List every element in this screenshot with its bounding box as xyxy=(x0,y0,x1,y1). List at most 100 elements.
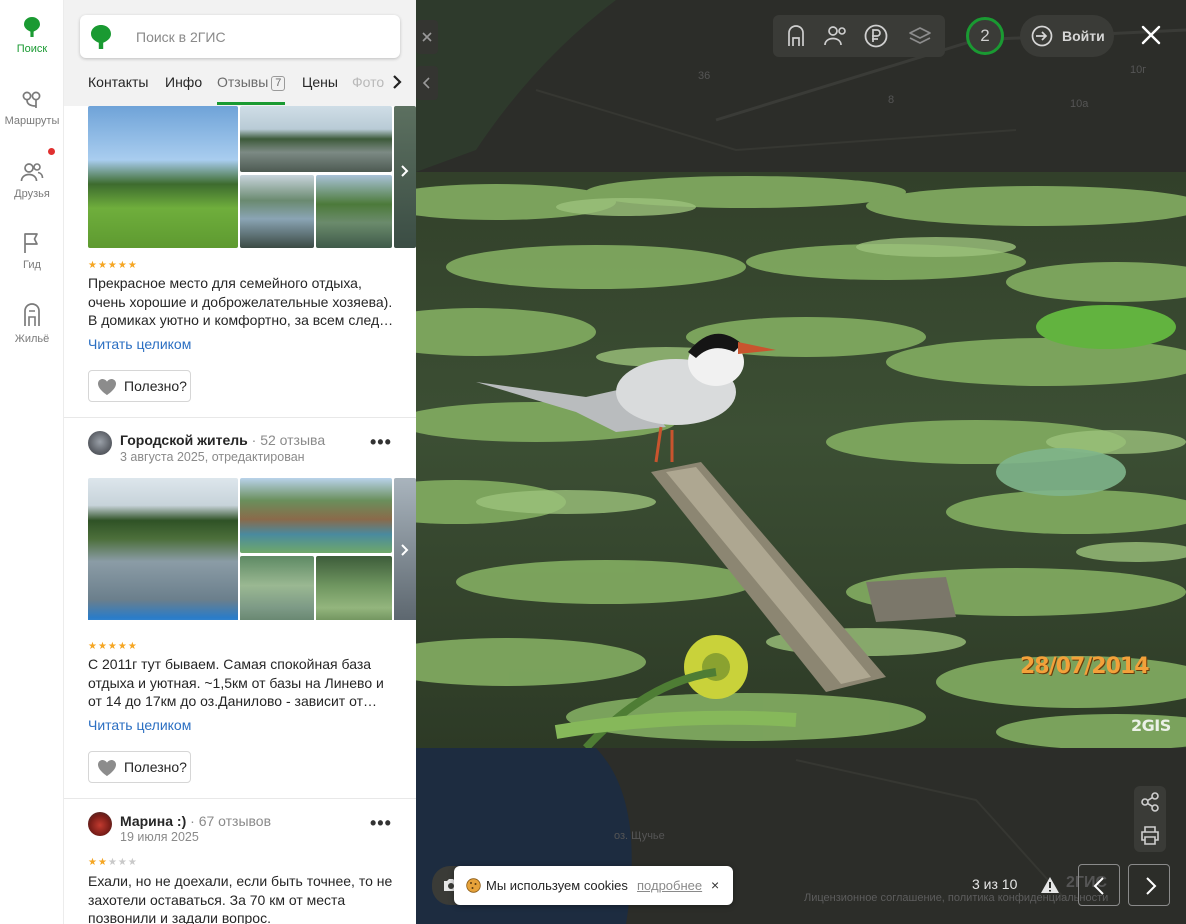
heart-icon xyxy=(98,760,116,776)
author-name: Марина :) xyxy=(120,813,187,829)
review-photo[interactable] xyxy=(88,106,238,248)
cookie-banner: Мы используем cookies подробнее × xyxy=(454,866,733,905)
cookie-message: Мы используем cookies xyxy=(486,878,628,893)
review-text: Ехали, но не доехали, если быть точнее, … xyxy=(88,873,393,924)
ruble-icon[interactable] xyxy=(863,23,889,49)
close-viewer-icon[interactable] xyxy=(1136,20,1166,50)
cookie-details-link[interactable]: подробнее xyxy=(637,878,702,893)
tab-photos[interactable]: Фото xyxy=(352,74,388,90)
review-text: С 2011г тут бываем. Самая спокойная база… xyxy=(88,656,384,709)
review-author[interactable]: Городской житель · 52 отзыва xyxy=(120,432,325,448)
review-card: ★★★★★ Прекрасное место для семейного отд… xyxy=(64,106,416,418)
close-icon xyxy=(422,32,432,42)
author-review-count: 67 отзывов xyxy=(198,813,272,829)
friends-count-badge[interactable]: 2 xyxy=(966,17,1004,55)
layers-icon[interactable] xyxy=(907,23,933,49)
nav-item-label: Друзья xyxy=(14,188,50,200)
rating-stars: ★★★★★ xyxy=(88,857,138,868)
more-options-button[interactable]: ••• xyxy=(370,813,392,834)
photo-date-stamp: 28/07/2014 xyxy=(1020,654,1150,679)
useful-button[interactable]: Полезно? xyxy=(88,370,191,402)
cookie-close-button[interactable]: × xyxy=(711,877,719,893)
map-label: 8 xyxy=(888,94,895,106)
chevron-right-icon xyxy=(1146,877,1157,895)
map-label: 36 xyxy=(698,70,711,82)
print-icon[interactable] xyxy=(1139,824,1161,846)
gallery-next-icon[interactable] xyxy=(394,536,416,564)
nav-item-routes[interactable]: Маршруты xyxy=(0,90,64,127)
close-panel-button[interactable] xyxy=(416,20,438,54)
photo-watermark: 2GIS xyxy=(1131,716,1171,735)
login-icon xyxy=(1031,25,1053,47)
share-print-toolbar xyxy=(1134,786,1166,852)
flag-icon xyxy=(24,233,38,253)
tab-contacts[interactable]: Контакты xyxy=(88,74,148,90)
more-options-button[interactable]: ••• xyxy=(370,432,392,453)
review-photo[interactable] xyxy=(316,175,392,248)
nav-item-friends[interactable]: Друзья xyxy=(0,161,64,200)
nav-item-guide[interactable]: Гид xyxy=(0,232,64,271)
review-gallery[interactable] xyxy=(88,478,416,620)
next-photo-button[interactable] xyxy=(1128,864,1170,906)
nav-item-search[interactable]: Поиск xyxy=(0,16,64,55)
useful-label: Полезно? xyxy=(124,378,187,394)
tab-info[interactable]: Инфо xyxy=(165,74,202,90)
nav-item-label: Жильё xyxy=(14,333,50,345)
review-date: 3 августа 2025, отредактирован xyxy=(120,450,305,464)
review-photo[interactable] xyxy=(240,556,314,620)
map-toolbar xyxy=(773,15,945,57)
map-label: 10а xyxy=(1070,98,1089,110)
rating-stars: ★★★★★ xyxy=(88,641,138,652)
read-more-link[interactable]: Читать целиком xyxy=(88,717,191,733)
search-input[interactable] xyxy=(136,15,386,58)
report-warning-icon[interactable] xyxy=(1040,876,1060,894)
review-gallery[interactable] xyxy=(88,106,416,248)
review-photo[interactable] xyxy=(240,478,392,553)
pin-icon xyxy=(24,17,40,37)
review-photo[interactable] xyxy=(316,556,392,620)
review-photo[interactable] xyxy=(88,478,238,620)
map-label: оз. Щучье xyxy=(614,830,665,842)
rating-stars: ★★★★★ xyxy=(88,260,138,271)
review-text: Прекрасное место для семейного отдыха, о… xyxy=(88,275,394,328)
building-icon[interactable] xyxy=(783,23,809,49)
friends-icon[interactable] xyxy=(823,23,849,49)
notification-dot xyxy=(48,148,55,155)
collapse-panel-button[interactable] xyxy=(416,66,438,100)
tab-reviews[interactable]: Отзывы 7 xyxy=(217,74,286,91)
author-review-count: 52 отзыва xyxy=(260,432,326,448)
nav-rail: Поиск Маршруты Друзья Гид Жильё xyxy=(0,0,64,924)
review-author[interactable]: Марина :) · 67 отзывов xyxy=(120,813,271,829)
gallery-next-icon[interactable] xyxy=(394,157,416,185)
license-text[interactable]: Лицензионное соглашение, политика конфид… xyxy=(804,892,1108,904)
nav-item-label: Маршруты xyxy=(4,115,60,127)
map-label: 10г xyxy=(1130,64,1147,76)
share-icon[interactable] xyxy=(1139,791,1161,813)
photo-viewer: 36 8 10а 10г оз. Щучье 2 Войти 28/07/201… xyxy=(416,0,1186,924)
read-more-link[interactable]: Читать целиком xyxy=(88,336,191,352)
review-photo[interactable] xyxy=(240,106,392,172)
login-button[interactable]: Войти xyxy=(1020,15,1114,57)
avatar[interactable] xyxy=(88,431,112,455)
cookie-icon xyxy=(466,878,481,893)
building-icon xyxy=(24,303,40,326)
login-label: Войти xyxy=(1062,28,1105,44)
photo-counter: 3 из 10 xyxy=(972,876,1018,892)
place-panel: Контакты Инфо Отзывы7 Цены Фото ★★★★★ Пр… xyxy=(64,0,416,924)
tab-reviews-label: Отзывы xyxy=(217,74,269,90)
review-date: 19 июля 2025 xyxy=(120,830,199,844)
tab-prices[interactable]: Цены xyxy=(302,74,338,90)
reviews-count-badge: 7 xyxy=(271,76,286,91)
tab-bar: Контакты Инфо Отзывы 7 Цены Фото xyxy=(64,58,416,106)
nav-item-label: Поиск xyxy=(16,43,48,55)
review-photo[interactable] xyxy=(240,175,314,248)
chevron-left-icon xyxy=(1093,877,1104,895)
useful-button[interactable]: Полезно? xyxy=(88,751,191,783)
nav-item-housing[interactable]: Жильё xyxy=(0,302,64,345)
search-box[interactable] xyxy=(80,15,400,58)
avatar[interactable] xyxy=(88,812,112,836)
friends-icon xyxy=(20,163,44,182)
chevron-right-icon[interactable] xyxy=(390,74,404,90)
prev-photo-button[interactable] xyxy=(1078,864,1120,906)
route-icon xyxy=(22,91,41,108)
